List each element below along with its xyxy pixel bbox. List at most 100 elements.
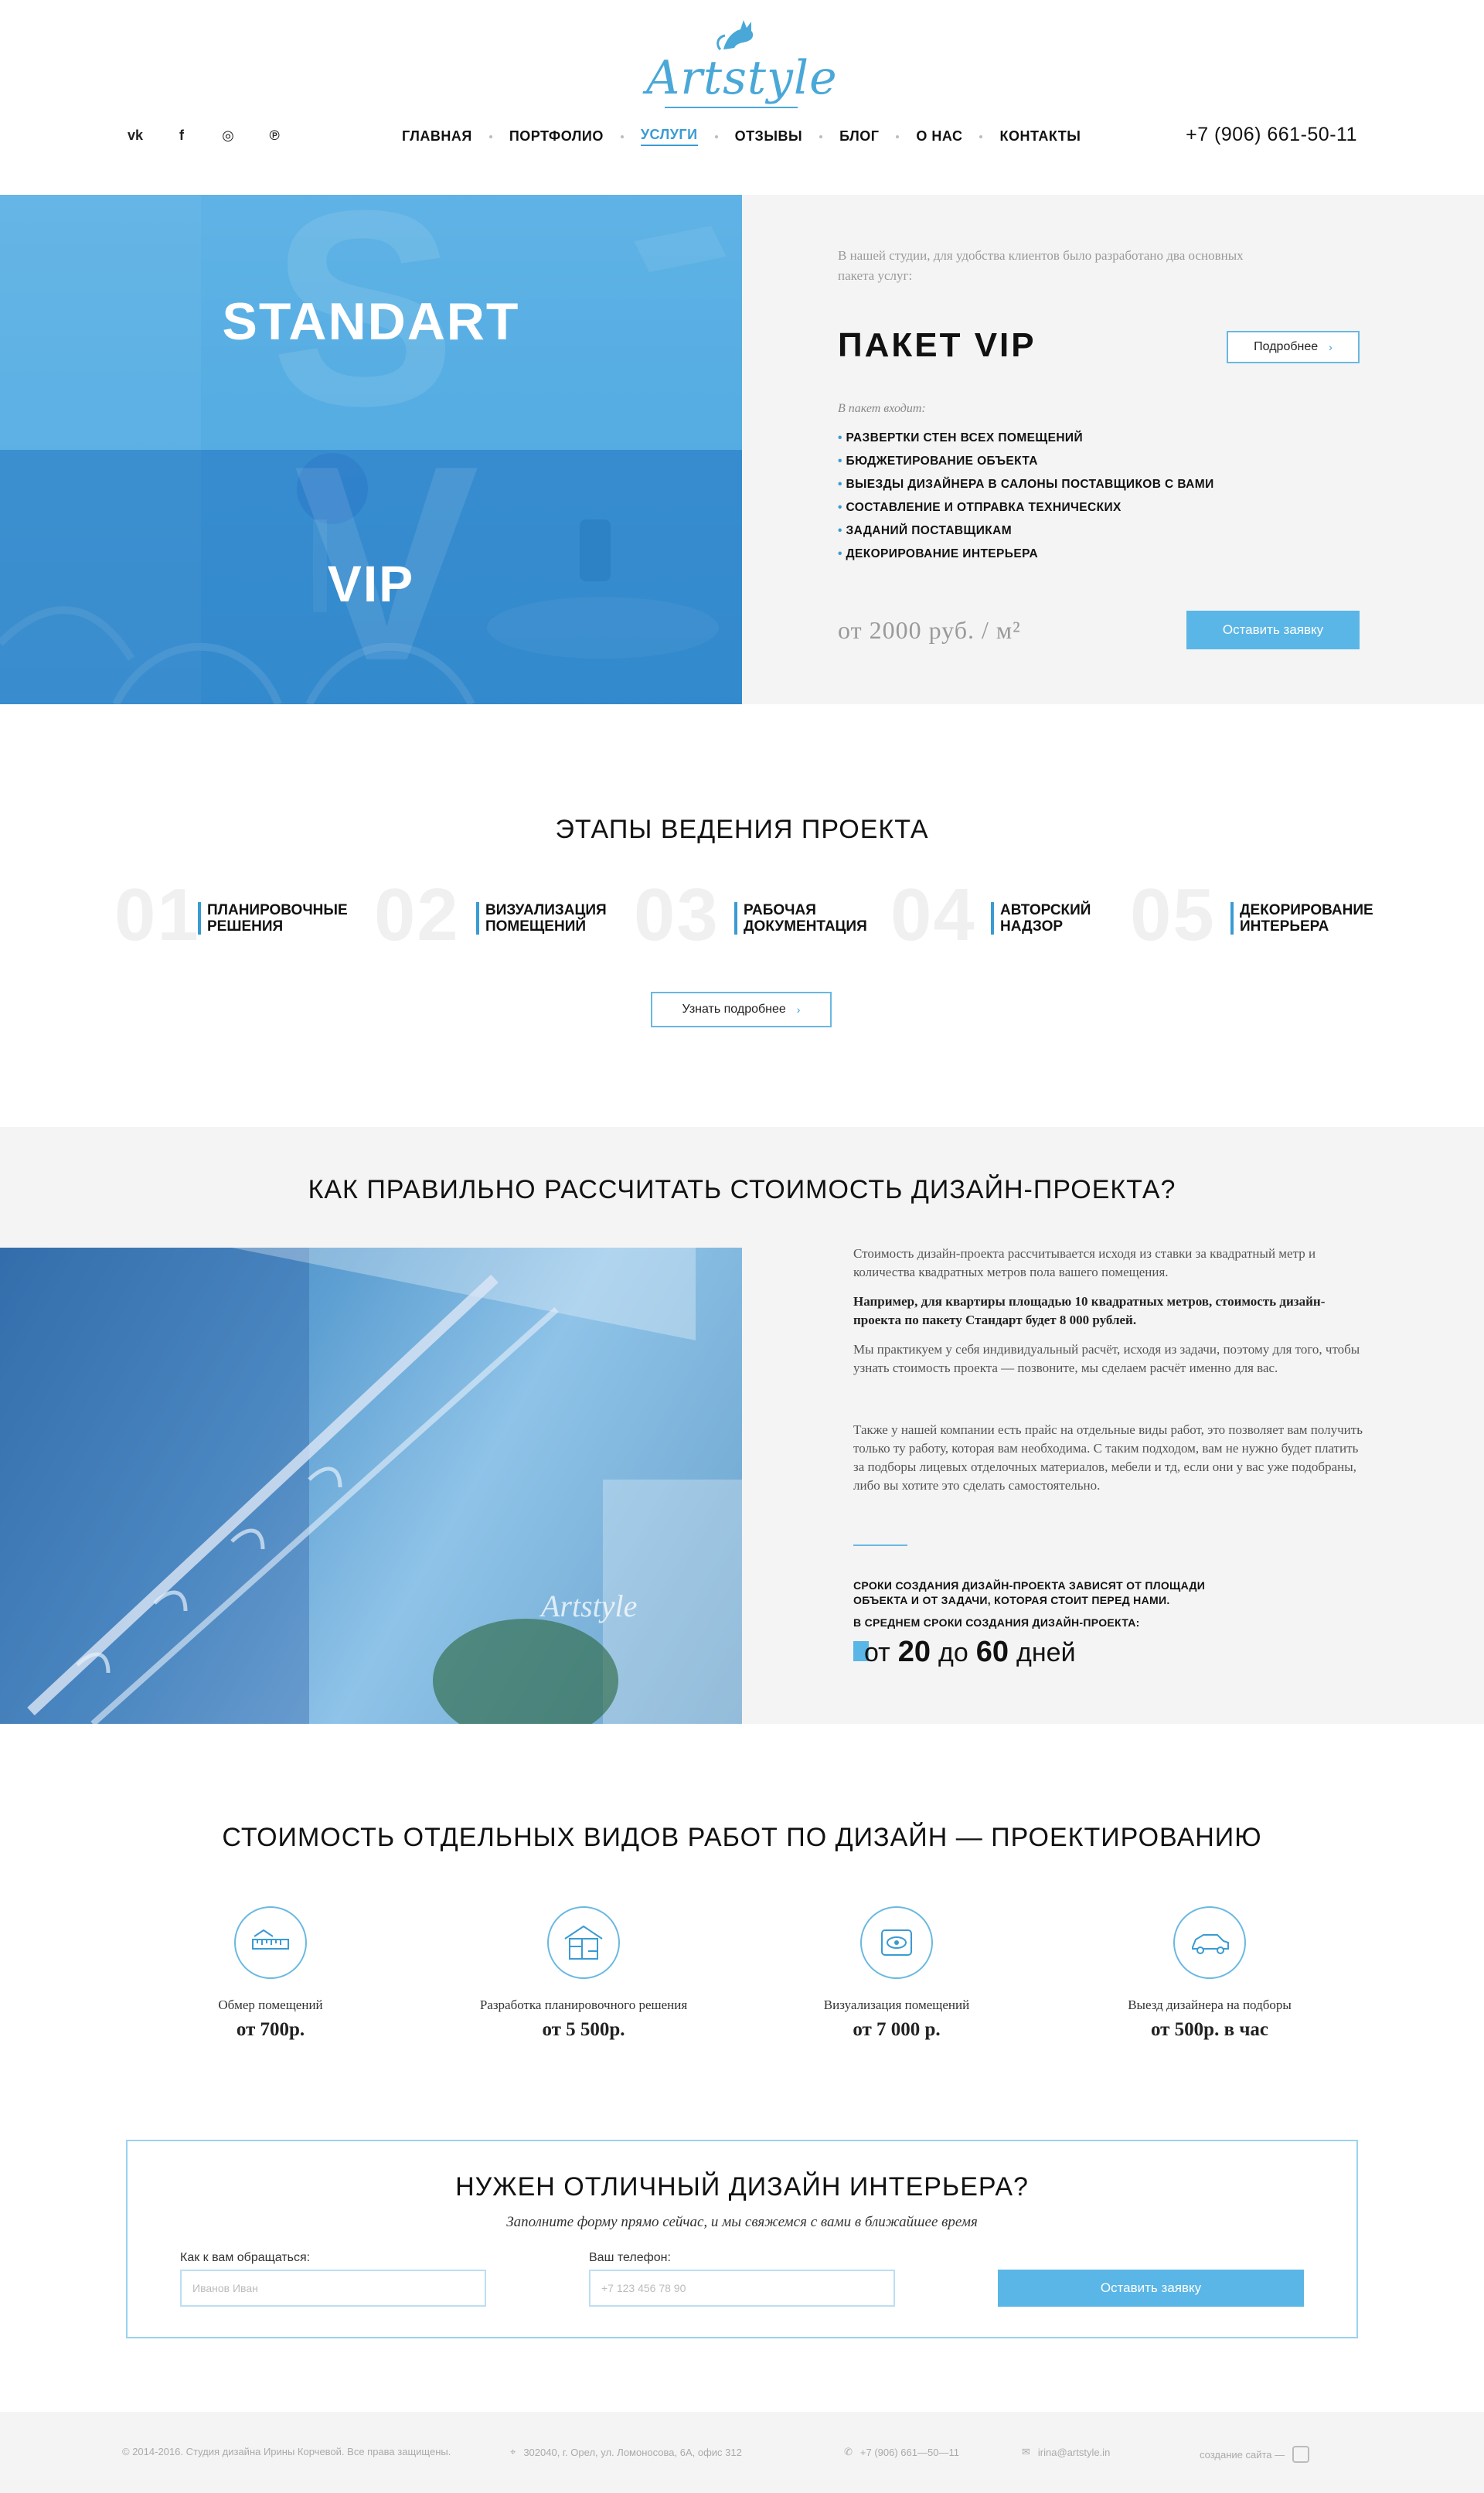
calc-title: КАК ПРАВИЛЬНО РАССЧИТАТЬ СТОИМОСТЬ ДИЗАЙ…: [308, 1175, 1176, 1204]
package-details: В нашей студии, для удобства клиентов бы…: [742, 195, 1484, 704]
form-subtitle: Заполните форму прямо сейчас, и мы свяже…: [506, 2214, 978, 2230]
list-item: ЗАДАНИЙ ПОСТАВЩИКАМ: [838, 519, 1214, 543]
made-by[interactable]: создание сайта —: [1200, 2446, 1310, 2463]
header-phone[interactable]: +7 (906) 661-50-11: [1186, 124, 1357, 146]
price-item: Выезд дизайнера на подборы от 500р. в ча…: [1055, 1906, 1364, 2041]
list-item: РАЗВЕРТКИ СТЕН ВСЕХ ПОМЕЩЕНИЙ: [838, 427, 1214, 450]
vip-panel[interactable]: V VIP: [0, 408, 742, 704]
stages-title: ЭТАПЫ ВЕДЕНИЯ ПРОЕКТА: [555, 815, 929, 844]
price-label: Разработка планировочного решения: [479, 1997, 688, 2012]
footer-email-text: irina@artstyle.in: [1037, 2446, 1111, 2458]
more-button-label: Подробнее: [1254, 340, 1319, 353]
instagram-icon[interactable]: ◎: [216, 124, 240, 147]
stage-label: ПЛАНИРОВОЧНЫЕ РЕШЕНИЯ: [198, 902, 360, 935]
footer-email[interactable]: ✉ irina@artstyle.in: [1022, 2446, 1110, 2458]
copyright: © 2014-2016. Студия дизайна Ирины Корчев…: [122, 2446, 451, 2457]
stage-label: РАБОЧАЯ ДОКУМЕНТАЦИЯ: [734, 902, 873, 935]
days-to: до: [938, 1638, 968, 1667]
price-value: от 700р.: [236, 2019, 305, 2040]
location-pin-icon: ⌖: [510, 2446, 516, 2457]
calc-paragraph: Также у нашей компании есть прайс на отд…: [853, 1422, 1363, 1493]
car-icon: [1173, 1906, 1246, 1979]
eye-icon: [860, 1906, 933, 1979]
floorplan-icon: [547, 1906, 620, 1979]
days-from: от: [864, 1638, 890, 1667]
logo[interactable]: Artstyle: [646, 14, 838, 114]
stage-item: 05 ДЕКОРИРОВАНИЕ ИНТЕРЬЕРА: [1130, 873, 1377, 956]
nav-item-services[interactable]: УСЛУГИ: [640, 127, 698, 146]
order-button[interactable]: Оставить заявку: [1186, 611, 1360, 649]
price-item: Визуализация помещений от 7 000 р.: [742, 1906, 1051, 2041]
terms-text: СРОКИ СОЗДАНИЯ ДИЗАЙН-ПРОЕКТА ЗАВИСЯТ ОТ…: [853, 1579, 1206, 1606]
nav-item-portfolio[interactable]: ПОРТФОЛИО: [509, 128, 604, 145]
nav-separator: [620, 135, 624, 138]
standart-label: STANDART: [222, 292, 520, 351]
nav-item-contacts[interactable]: КОНТАКТЫ: [999, 128, 1081, 145]
stage-number: 04: [890, 874, 976, 956]
phone-icon: ✆: [844, 2446, 853, 2457]
form-title: НУЖЕН ОТЛИЧНЫЙ ДИЗАЙН ИНТЕРЬЕРА?: [455, 2172, 1029, 2202]
logo-text: Artstyle: [646, 51, 838, 105]
nav-item-about[interactable]: О НАС: [916, 128, 962, 145]
made-by-text: создание сайта —: [1200, 2448, 1285, 2461]
stage-item: 02 ВИЗУАЛИЗАЦИЯ ПОМЕЩЕНИЙ: [374, 873, 621, 956]
nav-separator: [896, 135, 900, 138]
price-value: от 500р. в час: [1150, 2019, 1269, 2040]
more-button[interactable]: Подробнее ›: [1227, 331, 1360, 363]
contact-form: НУЖЕН ОТЛИЧНЫЙ ДИЗАЙН ИНТЕРЬЕРА? Заполни…: [126, 2140, 1358, 2338]
stage-label: ВИЗУАЛИЗАЦИЯ ПОМЕЩЕНИЙ: [476, 902, 608, 935]
phone-input[interactable]: +7 123 456 78 90: [589, 2270, 895, 2307]
package-price: от 2000 руб. / м²: [838, 616, 1021, 644]
footer-phone-text: +7 (906) 661—50—11: [859, 2446, 959, 2458]
calc-paragraph: Стоимость дизайн-проекта рассчитывается …: [853, 1246, 1316, 1279]
nav-item-blog[interactable]: БЛОГ: [839, 128, 879, 145]
nav-item-home[interactable]: ГЛАВНАЯ: [402, 128, 472, 145]
list-item: СОСТАВЛЕНИЕ И ОТПРАВКА ТЕХНИЧЕСКИХ: [838, 496, 1214, 519]
submit-button[interactable]: Оставить заявку: [998, 2270, 1304, 2307]
learn-more-button[interactable]: Узнать подробнее ›: [651, 992, 832, 1027]
packages-intro: В нашей студии, для удобства клиентов бы…: [838, 248, 1244, 283]
price-value: от 5 500р.: [542, 2019, 625, 2040]
image-watermark: Artstyle: [541, 1589, 638, 1623]
facebook-icon[interactable]: f: [170, 124, 193, 147]
nav-separator: [979, 135, 983, 138]
divider: [853, 1545, 907, 1546]
service-prices: СТОИМОСТЬ ОТДЕЛЬНЫХ ВИДОВ РАБОТ ПО ДИЗАЙ…: [0, 1724, 1484, 2141]
hero-packages: S STANDART V VIP В нашей студии, для удо…: [0, 195, 1484, 704]
price-item: Разработка планировочного решения от 5 5…: [429, 1906, 738, 2041]
stage-number: 05: [1130, 874, 1216, 956]
vip-label: VIP: [327, 555, 415, 612]
days-max: 60: [975, 1636, 1009, 1668]
package-title: ПАКЕТ VIP: [838, 326, 1036, 364]
name-label: Как к вам обращаться:: [180, 2251, 311, 2264]
developer-logo-icon: [1292, 2446, 1310, 2463]
list-item: ДЕКОРИРОВАНИЕ ИНТЕРЬЕРА: [838, 543, 1214, 566]
avg-terms-label: В СРЕДНЕМ СРОКИ СОЗДАНИЯ ДИЗАЙН-ПРОЕКТА:: [853, 1616, 1140, 1629]
chevron-right-icon: ›: [796, 1003, 801, 1016]
includes-label: В пакет входит:: [838, 402, 926, 415]
price-value: от 7 000 р.: [853, 2019, 941, 2040]
price-label: Визуализация помещений: [823, 1997, 970, 2012]
nav-item-reviews[interactable]: ОТЗЫВЫ: [735, 128, 803, 145]
prices-title: СТОИМОСТЬ ОТДЕЛЬНЫХ ВИДОВ РАБОТ ПО ДИЗАЙ…: [222, 1823, 1262, 1852]
price-label: Обмер помещений: [218, 1997, 323, 2012]
phone-label: Ваш телефон:: [589, 2251, 671, 2264]
staircase-photo-icon: [0, 1248, 742, 1724]
address-text: 302040, г. Орел, ул. Ломоносова, 6А, офи…: [523, 2446, 742, 2458]
vk-icon[interactable]: vk: [124, 124, 147, 147]
includes-list: РАЗВЕРТКИ СТЕН ВСЕХ ПОМЕЩЕНИЙ БЮДЖЕТИРОВ…: [838, 427, 1214, 566]
learn-more-label: Узнать подробнее: [682, 1003, 786, 1016]
stage-number: 03: [634, 874, 720, 956]
price-label: Выезд дизайнера на подборы: [1128, 1997, 1292, 2012]
list-item: БЮДЖЕТИРОВАНИЕ ОБЪЕКТА: [838, 450, 1214, 473]
pinterest-icon[interactable]: ℗: [263, 124, 286, 147]
nav-separator: [488, 135, 492, 138]
chevron-right-icon: ›: [1329, 341, 1333, 353]
stage-number: 01: [114, 874, 200, 956]
price-item: Обмер помещений от 700р.: [116, 1906, 425, 2041]
terms-range: от 20 до 60 дней: [853, 1636, 1076, 1669]
days-min: 20: [897, 1636, 931, 1668]
footer-phone[interactable]: ✆ +7 (906) 661—50—11: [844, 2446, 959, 2458]
name-input[interactable]: Иванов Иван: [180, 2270, 486, 2307]
stage-label: АВТОРСКИЙ НАДЗОР: [991, 902, 1107, 935]
